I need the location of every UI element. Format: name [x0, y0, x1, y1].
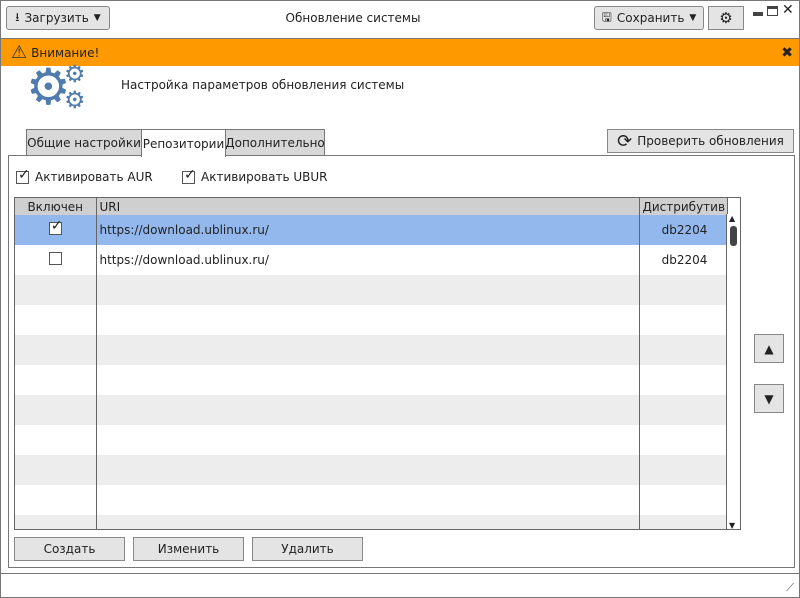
- header-subtitle: Настройка параметров обновления системы: [121, 78, 405, 92]
- empty-cell: [15, 275, 97, 305]
- enabled-cell[interactable]: [15, 215, 97, 245]
- refresh-icon: ⟳: [617, 130, 633, 152]
- scroll-down-icon[interactable]: ▼: [729, 521, 735, 529]
- table-row[interactable]: [15, 425, 728, 455]
- table-row[interactable]: [15, 275, 728, 305]
- ubur-checkbox[interactable]: Активировать UBUR: [182, 167, 328, 184]
- empty-cell: [15, 305, 97, 335]
- enabled-checkbox[interactable]: [48, 252, 62, 265]
- edit-button[interactable]: Изменить: [133, 537, 244, 561]
- table-row[interactable]: [15, 365, 728, 395]
- warning-icon: ⚠: [11, 42, 28, 63]
- floppy-icon: 🖫: [601, 9, 612, 24]
- empty-cell: [15, 485, 97, 515]
- gear-small-icon: ⚙: [64, 86, 86, 114]
- warning-banner: ⚠ Внимание! ✖: [1, 38, 799, 66]
- empty-cell: [96, 275, 640, 305]
- triangle-up-icon: ▲: [764, 341, 774, 356]
- scroll-thumb[interactable]: [730, 226, 737, 246]
- empty-cell: [639, 425, 728, 455]
- empty-cell: [96, 455, 640, 485]
- resize-grip-icon[interactable]: ⟋: [786, 581, 794, 595]
- empty-cell: [15, 515, 97, 529]
- dist-cell: db2204: [639, 245, 728, 275]
- empty-cell: [15, 335, 97, 365]
- empty-cell: [639, 485, 728, 515]
- empty-cell: [15, 395, 97, 425]
- empty-cell: [96, 485, 640, 515]
- uri-cell: https://download.ublinux.ru/: [96, 245, 640, 275]
- table-row[interactable]: [15, 455, 728, 485]
- dist-cell: db2204: [639, 215, 728, 245]
- table-row[interactable]: https://download.ublinux.ru/db2204: [15, 215, 728, 245]
- empty-cell: [15, 365, 97, 395]
- empty-cell: [15, 455, 97, 485]
- gear-small-icon: ⚙: [64, 60, 86, 88]
- table-row[interactable]: [15, 395, 728, 425]
- empty-cell: [96, 365, 640, 395]
- table-row[interactable]: [15, 305, 728, 335]
- empty-cell: [96, 395, 640, 425]
- minimize-button[interactable]: [753, 12, 763, 16]
- banner-close-icon[interactable]: ✖: [781, 45, 793, 61]
- empty-cell: [96, 515, 640, 529]
- column-header-uri[interactable]: URI: [96, 198, 640, 215]
- checkbox-box: [182, 167, 196, 184]
- gear-icon: ⚙: [719, 9, 733, 27]
- empty-cell: [639, 515, 728, 529]
- empty-cell: [96, 425, 640, 455]
- empty-cell: [15, 425, 97, 455]
- uri-cell: https://download.ublinux.ru/: [96, 215, 640, 245]
- checkbox-box: [16, 167, 30, 184]
- settings-button[interactable]: ⚙: [708, 6, 744, 30]
- create-button[interactable]: Создать: [14, 537, 125, 561]
- empty-cell: [639, 455, 728, 485]
- table-row[interactable]: [15, 485, 728, 515]
- table-row[interactable]: [15, 515, 728, 529]
- empty-cell: [639, 275, 728, 305]
- empty-cell: [639, 365, 728, 395]
- delete-button[interactable]: Удалить: [252, 537, 363, 561]
- maximize-button[interactable]: [767, 6, 778, 16]
- table-row[interactable]: https://download.ublinux.ru/db2204: [15, 245, 728, 275]
- check-updates-button[interactable]: ⟳ Проверить обновления: [607, 129, 794, 153]
- status-bar: [1, 573, 799, 597]
- triangle-down-icon: ▼: [764, 391, 774, 406]
- empty-cell: [96, 335, 640, 365]
- empty-cell: [96, 305, 640, 335]
- repositories-table: ВключенURIДистрибутив https://download.u…: [14, 197, 741, 530]
- scrollbar[interactable]: ▲ ▼: [726, 214, 740, 529]
- tab-advanced[interactable]: Дополнительно: [225, 129, 325, 156]
- column-header-dist[interactable]: Дистрибутив: [639, 198, 728, 215]
- empty-cell: [639, 395, 728, 425]
- scroll-up-icon[interactable]: ▲: [729, 214, 735, 223]
- aur-checkbox[interactable]: Активировать AUR: [16, 167, 153, 184]
- close-button[interactable]: ✕: [782, 2, 794, 18]
- move-down-button[interactable]: ▼: [754, 384, 784, 413]
- table-row[interactable]: [15, 335, 728, 365]
- save-button[interactable]: 🖫 Сохранить ▼: [594, 6, 704, 30]
- enabled-cell[interactable]: [15, 245, 97, 275]
- empty-cell: [639, 305, 728, 335]
- enabled-checkbox[interactable]: [48, 218, 62, 235]
- column-header-enabled[interactable]: Включен: [15, 198, 97, 215]
- move-up-button[interactable]: ▲: [754, 334, 784, 363]
- tab-general[interactable]: Общие настройки: [26, 129, 142, 156]
- tab-repositories[interactable]: Репозитории: [141, 129, 226, 157]
- chevron-down-icon: ▼: [689, 13, 697, 23]
- empty-cell: [639, 335, 728, 365]
